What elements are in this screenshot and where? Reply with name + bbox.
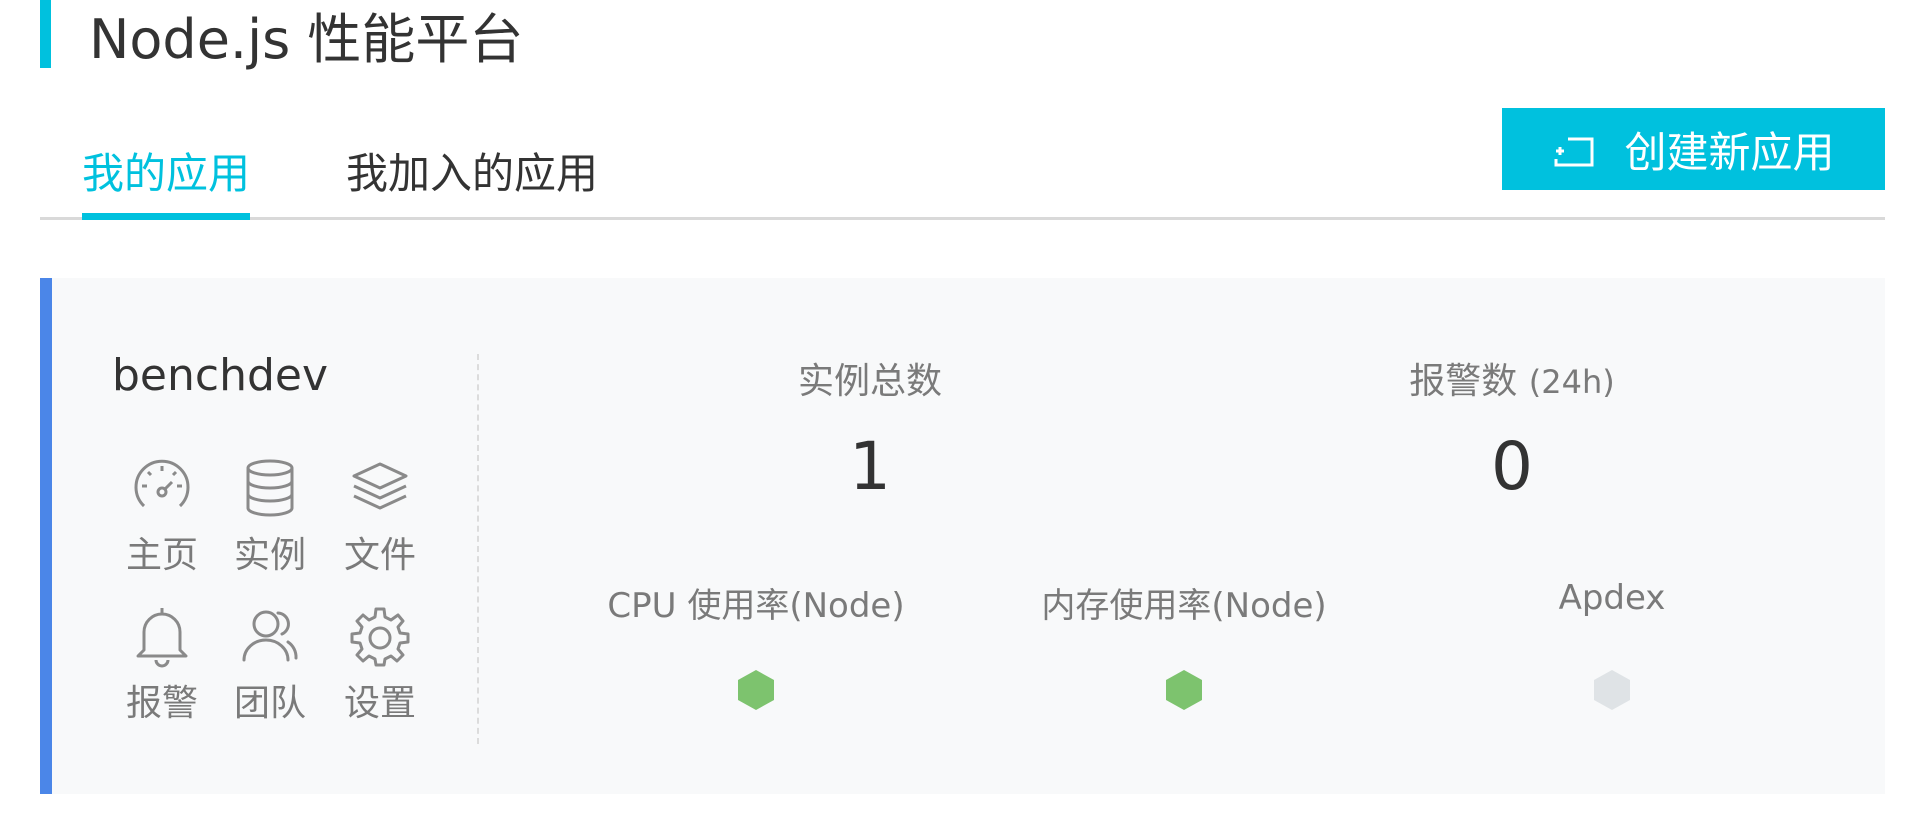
dashboard-gauge-icon	[130, 456, 194, 520]
layers-icon	[348, 456, 412, 520]
instances-count-value[interactable]: 1	[849, 428, 891, 505]
alerts-count-value[interactable]: 0	[1491, 428, 1533, 505]
create-app-label: 创建新应用	[1624, 127, 1835, 177]
memory-status-hex[interactable]	[1164, 668, 1204, 712]
alerts-count-label: 报警数 (24h)	[1409, 361, 1615, 402]
instances-count-label: 实例总数	[797, 361, 943, 402]
memory-usage-label: 内存使用率(Node)	[1041, 586, 1327, 626]
cpu-status-hex[interactable]	[736, 668, 776, 712]
nav-alerts-label: 报警	[125, 683, 198, 724]
gear-icon	[348, 604, 412, 668]
cpu-usage-label: CPU 使用率(Node)	[607, 586, 905, 626]
nav-settings-label: 设置	[343, 683, 416, 724]
nav-alerts[interactable]: 报警	[112, 604, 212, 726]
card-divider	[477, 354, 479, 744]
page-header: Node.js 性能平台	[40, 0, 523, 71]
create-app-button[interactable]: 创建新应用	[1502, 108, 1885, 190]
bell-icon	[130, 604, 194, 668]
tab-my-apps[interactable]: 我的应用	[82, 140, 251, 220]
nav-instances-label: 实例	[233, 535, 306, 576]
nav-files[interactable]: 文件	[330, 456, 430, 578]
apdex-label: Apdex	[1558, 578, 1666, 618]
nav-instances[interactable]: 实例	[220, 456, 320, 578]
team-icon	[238, 604, 302, 668]
app-card: benchdev 主页 实例 文件 报警 团队 设置 实例总数 1 报警数 (2…	[40, 278, 1885, 794]
nav-files-label: 文件	[343, 535, 416, 576]
apdex-status-hex[interactable]	[1592, 668, 1632, 712]
nav-home-label: 主页	[125, 535, 198, 576]
add-window-icon	[1552, 129, 1600, 169]
title-accent-bar	[40, 0, 51, 68]
nav-home[interactable]: 主页	[112, 456, 212, 578]
tab-joined-apps[interactable]: 我加入的应用	[346, 140, 598, 217]
nav-team-label: 团队	[233, 683, 306, 724]
nav-team[interactable]: 团队	[220, 604, 320, 726]
page-title: Node.js 性能平台	[89, 7, 524, 71]
app-name[interactable]: benchdev	[112, 350, 328, 401]
nav-settings[interactable]: 设置	[330, 604, 430, 726]
database-icon	[238, 456, 302, 520]
